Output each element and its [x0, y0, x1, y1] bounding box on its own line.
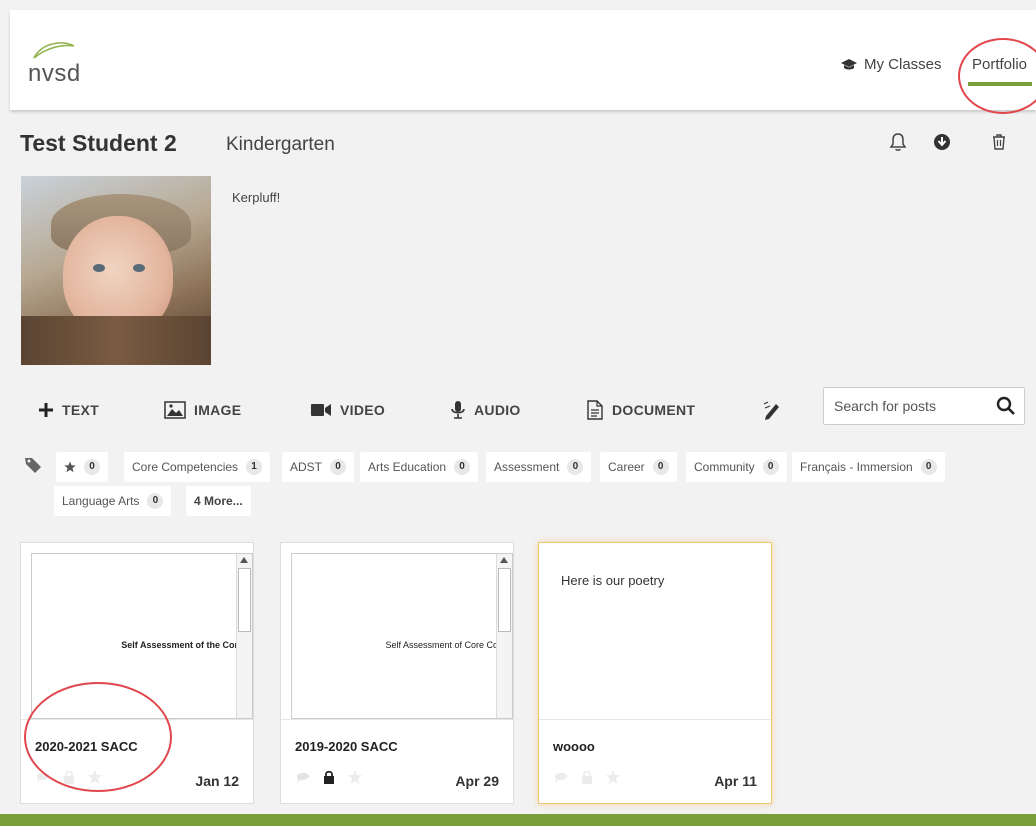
star-icon[interactable] — [605, 769, 621, 785]
student-name: Test Student 2 — [20, 130, 177, 156]
tag-label: ADST — [290, 460, 323, 474]
nvsd-logo[interactable]: nvsd — [28, 40, 88, 90]
microphone-icon — [451, 401, 465, 419]
star-icon — [64, 461, 76, 473]
text-post-preview: Here is our poetry — [561, 573, 665, 588]
download-circle-icon[interactable] — [931, 131, 953, 153]
tag-assessment[interactable]: Assessment 0 — [486, 452, 592, 482]
post-title: woooo — [553, 739, 595, 754]
lock-icon[interactable] — [321, 769, 337, 785]
tag-language-arts[interactable]: Language Arts 0 — [54, 486, 172, 516]
document-icon — [587, 400, 603, 420]
video-camera-icon — [311, 404, 331, 416]
tag-count: 0 — [652, 459, 669, 475]
graduation-cap-icon — [841, 58, 857, 69]
post-card[interactable]: Self Assessment of Core Co 2019-2020 SAC… — [280, 542, 514, 804]
document-preview-text: Self Assessment of the Cor — [121, 640, 238, 650]
tag-community[interactable]: Community 0 — [686, 452, 787, 482]
lock-icon[interactable] — [579, 769, 595, 785]
add-video-label: VIDEO — [340, 402, 386, 418]
tag-favorites[interactable]: 0 — [56, 452, 108, 482]
tag-label: Core Competencies — [132, 460, 239, 474]
post-meta — [295, 769, 363, 785]
student-bio: Kerpluff! — [232, 190, 281, 205]
plus-icon — [39, 403, 53, 417]
post-meta — [553, 769, 621, 785]
footer-bar — [0, 814, 1036, 826]
tags-more-button[interactable]: 4 More... — [186, 486, 251, 516]
tag-label: Community — [694, 460, 755, 474]
comment-icon[interactable] — [553, 769, 569, 785]
tag-adst[interactable]: ADST 0 — [282, 452, 355, 482]
add-document-button[interactable]: DOCUMENT — [586, 392, 695, 428]
annotation-circle-sacc-title — [24, 682, 172, 792]
add-image-button[interactable]: IMAGE — [164, 392, 241, 428]
tag-label: Language Arts — [62, 494, 140, 508]
tag-label: Assessment — [494, 460, 560, 474]
image-icon — [164, 401, 186, 419]
nav-my-classes-label: My Classes — [864, 56, 942, 73]
tag-arts-education[interactable]: Arts Education 0 — [360, 452, 479, 482]
tag-francais-immersion[interactable]: Français - Immersion 0 — [792, 452, 945, 482]
annotation-circle-portfolio — [958, 38, 1036, 114]
add-text-label: TEXT — [62, 402, 99, 418]
tag-count: 0 — [567, 459, 584, 475]
student-grade: Kindergarten — [226, 134, 335, 155]
add-text-button[interactable]: TEXT — [38, 392, 99, 428]
preview-scrollbar[interactable] — [236, 554, 252, 718]
bell-icon[interactable] — [887, 131, 909, 153]
trash-icon[interactable] — [988, 131, 1010, 153]
tag-label: Career — [608, 460, 645, 474]
post-card-highlighted[interactable]: Here is our poetry woooo Apr 11 — [538, 542, 772, 804]
post-title: 2019-2020 SACC — [295, 739, 398, 754]
tag-count: 0 — [84, 459, 100, 475]
leaf-logo-icon — [33, 42, 75, 59]
tag-count: 1 — [246, 459, 263, 475]
tag-label: Arts Education — [368, 460, 447, 474]
add-audio-button[interactable]: AUDIO — [450, 392, 521, 428]
document-preview: Self Assessment of Core Co — [291, 553, 513, 719]
draw-button[interactable] — [762, 392, 784, 428]
tag-icon — [25, 458, 41, 473]
pencil-icon — [763, 401, 779, 420]
card-divider — [281, 719, 513, 720]
post-date: Jan 12 — [195, 773, 239, 789]
tag-count: 0 — [147, 493, 164, 509]
add-document-label: DOCUMENT — [612, 402, 696, 418]
add-video-button[interactable]: VIDEO — [310, 392, 385, 428]
nav-my-classes[interactable]: My Classes — [840, 56, 942, 73]
tag-core-competencies[interactable]: Core Competencies 1 — [124, 452, 271, 482]
post-date: Apr 11 — [714, 773, 757, 789]
search-box — [823, 387, 1025, 425]
add-image-label: IMAGE — [194, 402, 242, 418]
top-strip — [0, 0, 1036, 10]
tag-count: 0 — [330, 459, 347, 475]
post-date: Apr 29 — [455, 773, 499, 789]
search-input[interactable] — [834, 396, 984, 416]
tag-count: 0 — [762, 459, 779, 475]
card-divider — [539, 719, 771, 720]
tag-count: 0 — [920, 459, 937, 475]
tag-career[interactable]: Career 0 — [600, 452, 677, 482]
student-avatar-photo — [21, 176, 211, 365]
comment-icon[interactable] — [295, 769, 311, 785]
search-icon[interactable] — [996, 396, 1016, 416]
logo-text: nvsd — [28, 60, 81, 87]
star-icon[interactable] — [347, 769, 363, 785]
preview-scrollbar[interactable] — [496, 554, 512, 718]
app-header: nvsd My Classes Portfolio — [10, 10, 1036, 114]
document-preview-text: Self Assessment of Core Co — [385, 640, 498, 650]
add-audio-label: AUDIO — [474, 402, 521, 418]
tag-count: 0 — [454, 459, 471, 475]
tag-label: Français - Immersion — [800, 460, 913, 474]
